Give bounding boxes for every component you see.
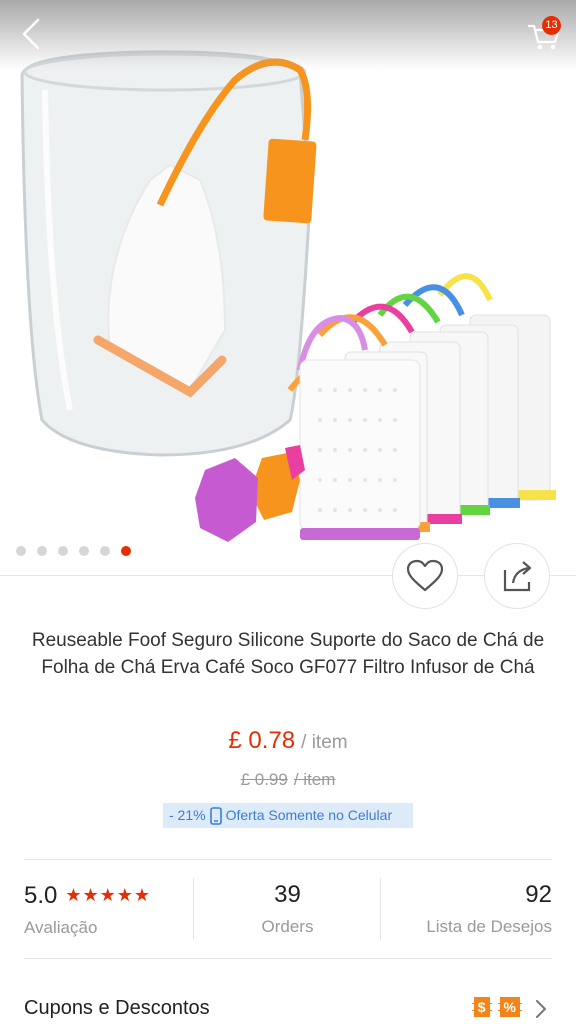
phone-icon	[209, 806, 222, 825]
rating-stars-icon: ★★★★★	[65, 885, 152, 905]
mobile-offer-badge: - 21% Oferta Somente no Celular	[163, 803, 413, 828]
original-price-unit: / item	[293, 770, 336, 789]
page-dot[interactable]	[79, 546, 89, 556]
chevron-left-icon	[22, 18, 40, 50]
orders-value: 39	[274, 881, 301, 908]
wishlist-stat[interactable]: 92 Lista de Desejos	[381, 878, 552, 940]
wishlist-label: Lista de Desejos	[426, 917, 552, 936]
wishlist-button[interactable]	[392, 543, 458, 609]
cart-count-badge: 13	[542, 16, 561, 35]
page-dot[interactable]	[58, 546, 68, 556]
discount-percent: - 21%	[169, 807, 206, 823]
stats-divider-top	[24, 859, 552, 860]
stats-divider-bottom	[24, 958, 552, 959]
price-row: £ 0.78/ item	[0, 727, 576, 755]
orders-label: Orders	[261, 917, 314, 936]
rating-label: Avaliação	[24, 918, 98, 937]
product-image	[20, 50, 556, 542]
page-dot-active[interactable]	[121, 546, 131, 556]
original-price-row: £ 0.99 / item	[0, 770, 576, 790]
percent-coupon-icon: %	[497, 997, 522, 1017]
product-image-gallery[interactable]: 13	[0, 0, 576, 575]
product-title: Reuseable Foof Seguro Silicone Suporte d…	[31, 630, 545, 678]
wishlist-value: 92	[525, 881, 552, 908]
chevron-right-icon	[536, 1000, 546, 1018]
page-dot[interactable]	[100, 546, 110, 556]
original-price: £ 0.99	[240, 770, 288, 789]
coupon-badges: $ %	[471, 997, 522, 1017]
page-dot[interactable]	[16, 546, 26, 556]
orders-stat[interactable]: 39 Orders	[194, 878, 381, 940]
product-stats: 5.0 ★★★★★ Avaliação 39 Orders 92 Lista de…	[0, 878, 576, 940]
mobile-offer-text: Oferta Somente no Celular	[225, 807, 393, 823]
coupons-label: Cupons e Descontos	[24, 997, 210, 1019]
rating-stat[interactable]: 5.0 ★★★★★ Avaliação	[24, 878, 184, 941]
dollar-coupon-icon: $	[471, 997, 492, 1017]
coupons-row[interactable]: Cupons e Descontos $ %	[24, 992, 552, 1024]
gallery-pagination	[16, 546, 131, 556]
rating-value: 5.0	[24, 882, 58, 909]
top-bar	[0, 0, 576, 70]
share-icon	[503, 561, 532, 592]
back-button[interactable]	[16, 14, 52, 54]
page-dot[interactable]	[37, 546, 47, 556]
price-unit: / item	[301, 732, 348, 753]
heart-outline-icon	[406, 559, 444, 592]
share-button[interactable]	[484, 543, 550, 609]
current-price: £ 0.78	[228, 727, 296, 754]
